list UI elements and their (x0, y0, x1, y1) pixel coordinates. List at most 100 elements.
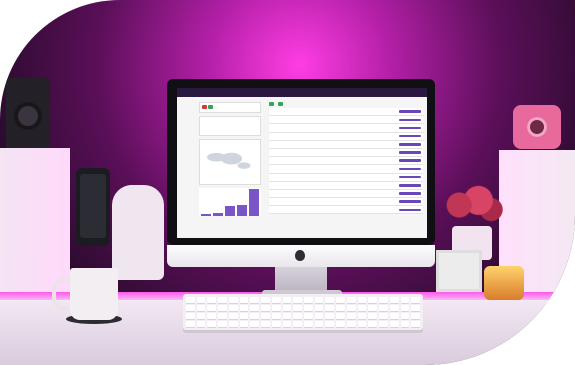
summary-card (199, 116, 261, 136)
keyboard-key (346, 297, 356, 303)
keyboard-key (325, 297, 335, 303)
keyboard-key (261, 321, 270, 327)
map-shape (204, 146, 254, 174)
keyboard-key (304, 313, 313, 319)
speaker (6, 78, 50, 150)
export-button[interactable] (278, 102, 283, 106)
status-pill (399, 126, 421, 130)
table-row[interactable] (269, 132, 423, 141)
keyboard-key (411, 297, 420, 303)
status-pill (399, 143, 421, 146)
keyboard-key (368, 313, 378, 319)
table-row[interactable] (269, 124, 423, 133)
keyboard-key (261, 297, 270, 303)
alerts-table (269, 108, 423, 215)
flowers (440, 182, 504, 228)
table-row[interactable] (269, 157, 423, 166)
keyboard-key (228, 313, 238, 319)
keyboard-key (271, 313, 281, 319)
keyboard-key (346, 313, 356, 319)
keyboard-key (389, 297, 399, 303)
dashboard-topbar (177, 88, 427, 97)
keyboard-key (239, 305, 249, 311)
keyboard-key (336, 297, 345, 303)
keyboard-key (261, 305, 270, 311)
keyboard-key (400, 313, 410, 319)
keyboard-key (196, 305, 206, 311)
keyboard-key (239, 297, 249, 303)
keyboard-key (304, 305, 313, 311)
keyboard-key (228, 321, 238, 327)
keyboard-key (250, 313, 260, 319)
status-pill (399, 134, 421, 138)
table-row[interactable] (269, 108, 423, 117)
desk-setup-photo (0, 0, 575, 365)
keyboard-key (411, 313, 420, 319)
keyboard-key (379, 313, 388, 319)
left-panel (199, 102, 261, 216)
keyboard-key (325, 305, 335, 311)
keyboard-key (368, 297, 378, 303)
keyboard-key (411, 305, 420, 311)
keyboard-key (186, 297, 195, 303)
chart-bar (225, 206, 235, 216)
table-row[interactable] (269, 206, 423, 215)
keyboard-key (314, 297, 324, 303)
keyboard-key (186, 321, 195, 327)
action-card (199, 102, 261, 113)
keyboard-key (379, 321, 388, 327)
keyboard-key (336, 305, 345, 311)
keyboard-key (218, 321, 227, 327)
world-map (199, 139, 261, 185)
keyboard-key (261, 313, 270, 319)
keyboard-key (207, 321, 217, 327)
keyboard-key (186, 313, 195, 319)
status-pill (399, 200, 421, 203)
keyboard-key (368, 305, 378, 311)
keyboard-key (314, 305, 324, 311)
table-row[interactable] (269, 140, 423, 149)
keyboard-key (196, 297, 206, 303)
chart-bar (237, 204, 247, 216)
keyboard-key (228, 305, 238, 311)
table-row[interactable] (269, 148, 423, 158)
keyboard-key (293, 297, 302, 303)
table-row[interactable] (269, 165, 423, 174)
keyboard-key (186, 305, 195, 311)
keyboard-key (325, 321, 335, 327)
keyboard (183, 294, 423, 330)
delete-button[interactable] (202, 105, 207, 109)
keyboard-key (271, 321, 281, 327)
monitor-screen (177, 88, 427, 238)
table-row[interactable] (269, 116, 423, 125)
keyboard-key (239, 313, 249, 319)
keyboard-key (400, 321, 410, 327)
table-row[interactable] (269, 181, 423, 190)
figurine (112, 185, 164, 280)
keyboard-key (400, 297, 410, 303)
keyboard-key (282, 297, 292, 303)
keyboard-key (207, 297, 217, 303)
keyboard-key (282, 313, 292, 319)
keyboard-key (282, 321, 292, 327)
keyboard-key (250, 297, 260, 303)
photo-frame (436, 250, 482, 292)
filter-button[interactable] (269, 102, 274, 106)
keyboard-key (293, 321, 302, 327)
keyboard-key (379, 305, 388, 311)
coffee-mug (70, 268, 118, 320)
keyboard-key (196, 321, 206, 327)
table-row[interactable] (269, 173, 423, 182)
table-row[interactable] (269, 198, 423, 207)
keyboard-key (389, 305, 399, 311)
chart-bar (249, 189, 259, 216)
add-button[interactable] (207, 105, 213, 109)
table-row[interactable] (269, 189, 423, 199)
status-pill (399, 151, 421, 154)
keyboard-key (250, 305, 260, 311)
status-pill (399, 208, 421, 212)
status-pill (399, 184, 421, 187)
keyboard-key (271, 297, 281, 303)
keyboard-key (357, 313, 367, 319)
keyboard-key (218, 313, 227, 319)
